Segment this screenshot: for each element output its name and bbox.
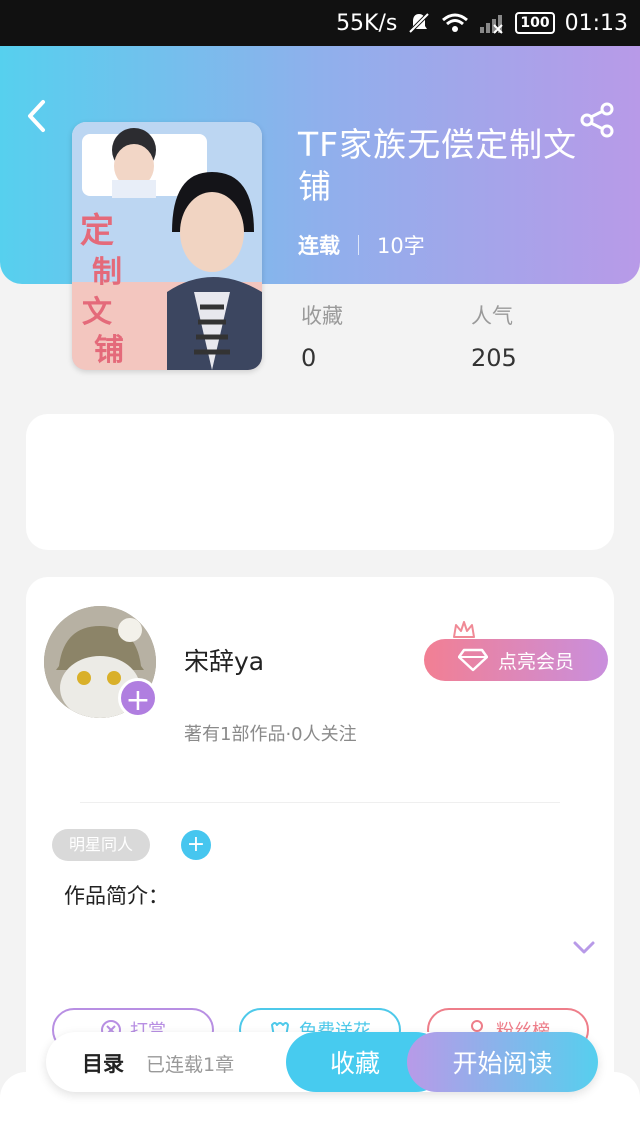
vip-button[interactable]: 点亮会员: [424, 639, 608, 681]
intro-label: 作品简介：: [64, 884, 169, 908]
start-reading-button[interactable]: 开始阅读: [407, 1032, 598, 1092]
stat-label: 收藏: [301, 304, 343, 328]
serial-status: 连载: [298, 234, 340, 258]
stat-value: 0: [301, 344, 317, 372]
stat-popularity: 人气 205: [471, 300, 517, 372]
svg-text:定: 定: [80, 211, 114, 251]
diamond-icon: [457, 648, 488, 672]
collect-label: 收藏: [329, 1049, 380, 1078]
word-count: 10字: [377, 234, 425, 258]
author-summary: 著有1部作品·0人关注: [184, 724, 357, 745]
mute-bell-icon: [407, 11, 431, 35]
book-title: TF家族无偿定制文铺: [298, 125, 578, 206]
vip-label: 点亮会员: [497, 650, 574, 673]
start-reading-label: 开始阅读: [452, 1049, 553, 1078]
battery-indicator: 100: [515, 12, 555, 34]
crown-icon: [453, 621, 475, 638]
follow-author-button[interactable]: +: [118, 678, 158, 718]
chevron-down-icon[interactable]: [572, 938, 596, 958]
blank-card: [26, 414, 614, 550]
stat-label: 人气: [471, 304, 513, 328]
genre-tag[interactable]: 明星同人: [52, 829, 150, 861]
svg-text:制: 制: [92, 255, 122, 290]
network-speed: 55K/s: [336, 10, 398, 36]
stat-favorites: 收藏 0: [301, 300, 343, 372]
divider: [80, 802, 560, 803]
book-cover[interactable]: 定 制 文 铺: [72, 122, 262, 370]
chapter-count[interactable]: 已连载1章: [146, 1050, 234, 1077]
signal-icon: [479, 12, 505, 34]
catalog-button[interactable]: 目录: [82, 1048, 124, 1078]
meta-divider: [358, 235, 359, 255]
wifi-icon: [441, 12, 469, 34]
svg-text:铺: 铺: [94, 333, 124, 368]
svg-text:文: 文: [82, 295, 112, 330]
add-tag-button[interactable]: +: [181, 830, 211, 860]
back-arrow-icon: [28, 100, 45, 132]
clock: 01:13: [564, 10, 628, 36]
back-button[interactable]: [18, 96, 54, 136]
book-meta: 连载 10字: [298, 230, 425, 260]
stat-value: 205: [471, 344, 517, 372]
status-bar: 55K/s 100 01:13: [0, 0, 640, 46]
author-name[interactable]: 宋辞ya: [184, 642, 264, 678]
